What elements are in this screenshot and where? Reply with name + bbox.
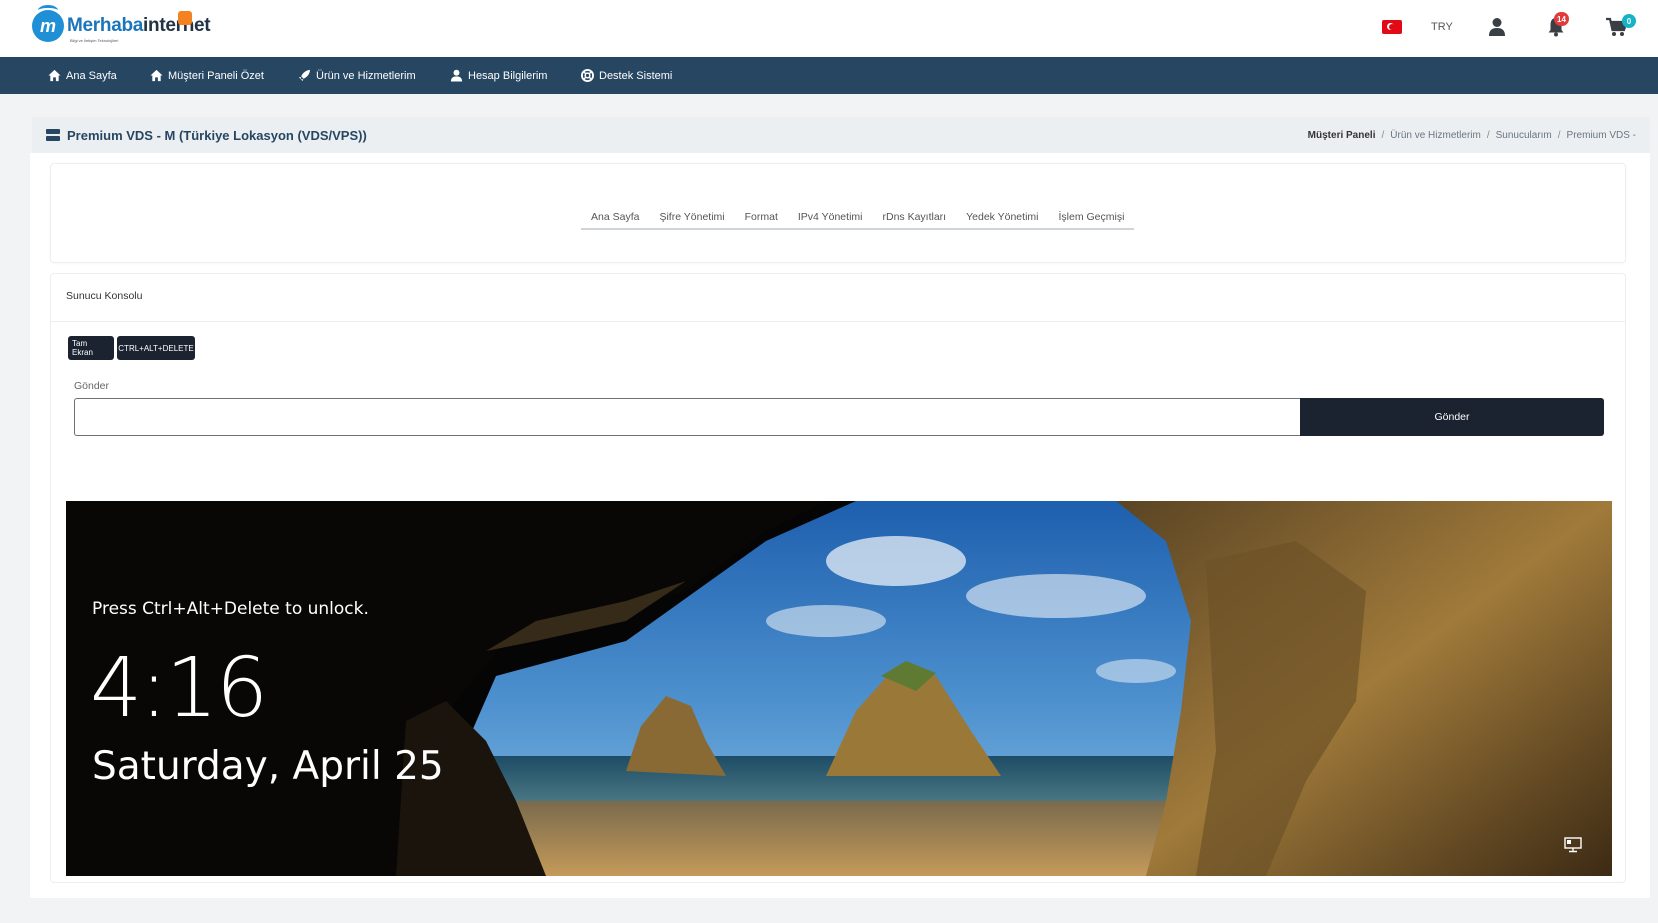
nav-item-home[interactable]: Ana Sayfa	[48, 57, 117, 94]
page-header: Premium VDS - M (Türkiye Lokasyon (VDS/V…	[32, 117, 1650, 153]
fullscreen-button[interactable]: Tam Ekran	[68, 336, 114, 360]
lock-screen-time: 4:16	[90, 641, 268, 736]
tab-ipv4[interactable]: IPv4 Yönetimi	[788, 206, 873, 228]
turkey-flag-icon[interactable]	[1382, 20, 1402, 34]
home-icon	[48, 69, 61, 82]
breadcrumb-item-customer-panel[interactable]: Müşteri Paneli	[1308, 130, 1376, 141]
service-tabs: Ana Sayfa Şifre Yönetimi Format IPv4 Yön…	[581, 206, 1135, 230]
nav-label-customer-panel: Müşteri Paneli Özet	[168, 69, 264, 82]
send-text-input[interactable]	[74, 398, 1300, 436]
service-tabs-card: Ana Sayfa Şifre Yönetimi Format IPv4 Yön…	[50, 163, 1626, 263]
main-navbar: Ana Sayfa Müşteri Paneli Özet Ürün ve Hi…	[0, 57, 1658, 94]
logo-text-merhaba: Merhaba	[67, 15, 144, 36]
tab-backup[interactable]: Yedek Yönetimi	[956, 206, 1048, 228]
notification-count-badge: 14	[1554, 12, 1569, 26]
user-icon	[450, 69, 463, 82]
rocket-icon	[298, 69, 311, 82]
page-title: Premium VDS - M (Türkiye Lokasyon (VDS/V…	[46, 117, 367, 153]
user-icon[interactable]	[1488, 17, 1506, 37]
tab-history[interactable]: İşlem Geçmişi	[1048, 206, 1134, 228]
vnc-console-screen[interactable]: Press Ctrl+Alt+Delete to unlock. 4:16 Sa…	[66, 501, 1612, 876]
nav-label-support: Destek Sistemi	[599, 69, 673, 82]
lock-screen-message: Press Ctrl+Alt+Delete to unlock.	[92, 599, 369, 619]
nav-item-customer-panel[interactable]: Müşteri Paneli Özet	[150, 57, 264, 94]
nav-label-products: Ürün ve Hizmetlerim	[316, 69, 416, 82]
console-card: Sunucu Konsolu Tam Ekran CTRL+ALT+DELETE…	[50, 273, 1626, 883]
nav-item-products[interactable]: Ürün ve Hizmetlerim	[298, 57, 416, 94]
ctrl-alt-delete-button[interactable]: CTRL+ALT+DELETE	[117, 336, 195, 360]
breadcrumb-item-servers[interactable]: Sunucularım	[1496, 130, 1552, 141]
tab-password[interactable]: Şifre Yönetimi	[649, 206, 734, 228]
console-title: Sunucu Konsolu	[66, 290, 143, 302]
main-content: Ana Sayfa Şifre Yönetimi Format IPv4 Yön…	[30, 153, 1650, 898]
breadcrumb: Müşteri Paneli / Ürün ve Hizmetlerim / S…	[1307, 129, 1636, 141]
send-button[interactable]: Gönder	[1300, 398, 1604, 436]
currency-selector[interactable]: TRY	[1431, 21, 1453, 33]
home-icon	[150, 69, 163, 82]
tab-rdns[interactable]: rDns Kayıtları	[872, 206, 956, 228]
nav-label-account: Hesap Bilgilerim	[468, 69, 548, 82]
logo-badge	[178, 11, 192, 25]
page-title-text: Premium VDS - M (Türkiye Lokasyon (VDS/V…	[67, 127, 367, 143]
top-bar: m Merhabainternet Bilgi ve İletişim Tekn…	[0, 0, 1658, 57]
support-icon	[581, 69, 594, 82]
console-header: Sunucu Konsolu	[51, 274, 1625, 322]
tab-home[interactable]: Ana Sayfa	[581, 206, 649, 228]
network-icon	[1564, 837, 1582, 853]
lock-screen-date: Saturday, April 25	[92, 744, 444, 789]
tab-format[interactable]: Format	[735, 206, 788, 228]
logo-mark: m	[32, 5, 64, 42]
lock-screen-wallpaper	[66, 501, 1612, 876]
cart-count-badge: 0	[1622, 14, 1636, 28]
breadcrumb-item-current: Premium VDS -	[1566, 129, 1636, 141]
logo-text-internet: internet	[143, 15, 211, 36]
send-field-label: Gönder	[74, 380, 110, 392]
logo-tagline: Bilgi ve İletişim Teknolojileri	[70, 38, 119, 43]
nav-item-account[interactable]: Hesap Bilgilerim	[450, 57, 547, 94]
server-icon	[46, 129, 60, 141]
nav-item-support[interactable]: Destek Sistemi	[581, 57, 672, 94]
breadcrumb-item-products[interactable]: Ürün ve Hizmetlerim	[1390, 130, 1481, 141]
nav-label-home: Ana Sayfa	[66, 69, 117, 82]
